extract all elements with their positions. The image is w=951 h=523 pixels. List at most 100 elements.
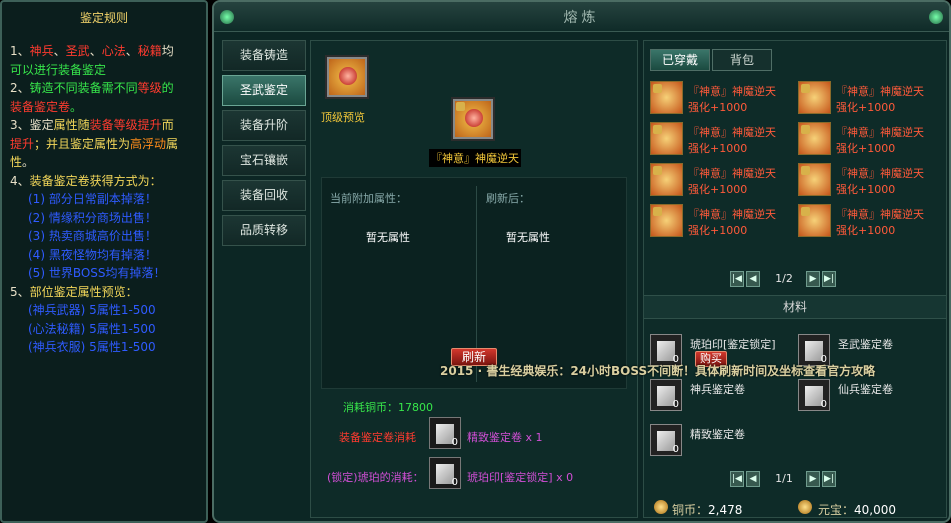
equipped-item[interactable]: 『神意』神魔逆天 强化+1000 [650, 122, 790, 158]
material-icon[interactable]: 0 [798, 379, 830, 411]
rule-segment: 神兵 [29, 44, 54, 58]
equipped-item-enhance: 强化+1000 [688, 142, 748, 155]
tab-identify[interactable]: 圣武鉴定 [222, 75, 306, 106]
rule-line: (5) 世界BOSS均有掉落！ [10, 264, 202, 283]
prev-page-icon[interactable]: ◀ [746, 271, 760, 287]
cost-scroll-item: 精致鉴定卷 x 1 [467, 431, 543, 444]
tab-equipped[interactable]: 已穿戴 [650, 49, 710, 71]
equipped-item-name: 『神意』神魔逆天 [836, 208, 924, 221]
tab-quality-transfer[interactable]: 品质转移 [222, 215, 306, 246]
equipment-icon[interactable] [650, 204, 683, 237]
equipment-icon[interactable] [798, 204, 831, 237]
equipped-item-name: 『神意』神魔逆天 [688, 126, 776, 139]
rule-segment: 鉴定 [29, 118, 54, 132]
materials-title: 材料 [782, 300, 807, 314]
material-icon[interactable]: 0 [650, 424, 682, 456]
material-item[interactable]: 0 精致鉴定卷 [650, 424, 790, 460]
equipped-item-enhance: 强化+1000 [836, 101, 896, 114]
tab-equip-forge[interactable]: 装备铸造 [222, 40, 306, 71]
material-name: 仙兵鉴定卷 [838, 383, 893, 396]
tab-backpack[interactable]: 背包 [712, 49, 772, 71]
rule-line: 1、神兵、圣武、心法、秘籍均 [10, 42, 202, 61]
copper-value: 2,478 [708, 503, 743, 517]
rule-line: 3、鉴定属性随装备等级提升而 [10, 116, 202, 135]
cost-copper-label: 消耗铜币：17800 [343, 401, 433, 414]
rule-segment: (神兵武器) 5属性1-500 [28, 303, 156, 317]
rule-segment: 高浮动 [130, 136, 167, 151]
lock-icon [653, 166, 662, 175]
lock-icon [653, 125, 662, 134]
equipped-item[interactable]: 『神意』神魔逆天 强化+1000 [650, 163, 790, 199]
material-name: 精致鉴定卷 [690, 428, 745, 441]
equipment-icon[interactable] [798, 122, 831, 155]
rule-segment: 1、 [10, 44, 30, 58]
rule-segment: (5) 世界BOSS均有掉落！ [28, 266, 166, 280]
equipped-item-enhance: 强化+1000 [688, 101, 748, 114]
lock-icon [801, 166, 810, 175]
equipped-item-name: 『神意』神魔逆天 [836, 167, 924, 180]
yuanbao-icon [798, 500, 812, 514]
rule-line: 装备鉴定卷。 [10, 98, 202, 117]
next-page-icon[interactable]: ▶ [806, 271, 820, 287]
equipped-item[interactable]: 『神意』神魔逆天 强化+1000 [798, 122, 938, 158]
rule-segment: 装备鉴定卷 [10, 99, 71, 114]
rule-segment: 性 [10, 155, 23, 169]
rule-segment: 、 [89, 44, 102, 58]
material-icon[interactable]: 0 [650, 379, 682, 411]
tab-gem-inlay[interactable]: 宝石镶嵌 [222, 145, 306, 176]
cost-scroll-slot-icon[interactable]: 0 [429, 417, 461, 449]
window-titlebar[interactable]: 熔炼 [214, 2, 949, 32]
material-count: 0 [820, 399, 827, 410]
first-page-icon[interactable]: |◀ [730, 271, 744, 287]
equipped-item[interactable]: 『神意』神魔逆天 强化+1000 [650, 81, 790, 117]
rule-segment: (1) 部分日常副本掉落！ [28, 192, 157, 206]
rule-line: (2) 情缘积分商场出售！ [10, 209, 202, 228]
last-page-icon[interactable]: ▶| [822, 271, 836, 287]
material-item[interactable]: 0 神兵鉴定卷 [650, 379, 790, 415]
equipped-item-enhance: 强化+1000 [836, 183, 896, 196]
cost-amber-slot-icon[interactable]: 0 [429, 457, 461, 489]
equipped-item-name: 『神意』神魔逆天 [688, 208, 776, 221]
rule-line: 性。 [10, 153, 202, 172]
copper-coin-icon [654, 500, 668, 514]
rule-segment: ；并且鉴定属性为 [34, 136, 131, 151]
tab-equip-recycle[interactable]: 装备回收 [222, 180, 306, 211]
current-attr-header: 当前附加属性： [330, 192, 407, 205]
rule-line: 可以进行装备鉴定 [10, 61, 202, 80]
top-preview-item-icon[interactable] [325, 55, 369, 99]
rule-line: 提升；并且鉴定属性为高浮动属 [10, 135, 202, 154]
cost-scroll-count: 0 [451, 437, 458, 448]
equipped-item[interactable]: 『神意』神魔逆天 强化+1000 [798, 81, 938, 117]
rule-segment: 、 [125, 44, 138, 58]
material-item[interactable]: 0 仙兵鉴定卷 [798, 379, 938, 415]
rule-line: (1) 部分日常副本掉落！ [10, 190, 202, 209]
lock-icon [801, 84, 810, 93]
rules-panel: 鉴定规则 1、神兵、圣武、心法、秘籍均 可以进行装备鉴定 2、铸造不同装备需不同等级… [0, 0, 208, 523]
rule-segment: (3) 热卖商城高价出售！ [28, 229, 157, 243]
equip-page-indicator: 1/2 [775, 272, 793, 285]
lock-icon [801, 125, 810, 134]
next-page-icon[interactable]: ▶ [806, 471, 820, 487]
rule-segment: (神兵衣服) 5属性1-500 [28, 340, 156, 354]
tab-equip-upgrade[interactable]: 装备升阶 [222, 110, 306, 141]
equipment-icon[interactable] [650, 122, 683, 155]
rule-segment: 秘籍 [137, 44, 162, 58]
rule-segment: (4) 黑夜怪物均有掉落！ [28, 247, 157, 262]
prev-page-icon[interactable]: ◀ [746, 471, 760, 487]
equipment-icon[interactable] [650, 163, 683, 196]
rule-segment: 4、 [10, 173, 30, 188]
first-page-icon[interactable]: |◀ [730, 471, 744, 487]
equipment-icon[interactable] [650, 81, 683, 114]
equipped-item[interactable]: 『神意』神魔逆天 强化+1000 [798, 204, 938, 240]
refresh-attr-value: 暂无属性 [506, 231, 550, 244]
yuanbao-value: 40,000 [854, 503, 896, 517]
material-page-indicator: 1/1 [775, 472, 793, 485]
equipped-item[interactable]: 『神意』神魔逆天 强化+1000 [798, 163, 938, 199]
rule-segment: 5、 [10, 284, 30, 299]
equipment-icon[interactable] [798, 81, 831, 114]
last-page-icon[interactable]: ▶| [822, 471, 836, 487]
equipment-icon[interactable] [798, 163, 831, 196]
equipped-item[interactable]: 『神意』神魔逆天 强化+1000 [650, 204, 790, 240]
target-item-slot-icon[interactable] [451, 97, 495, 141]
equipped-item-name: 『神意』神魔逆天 [836, 85, 924, 98]
